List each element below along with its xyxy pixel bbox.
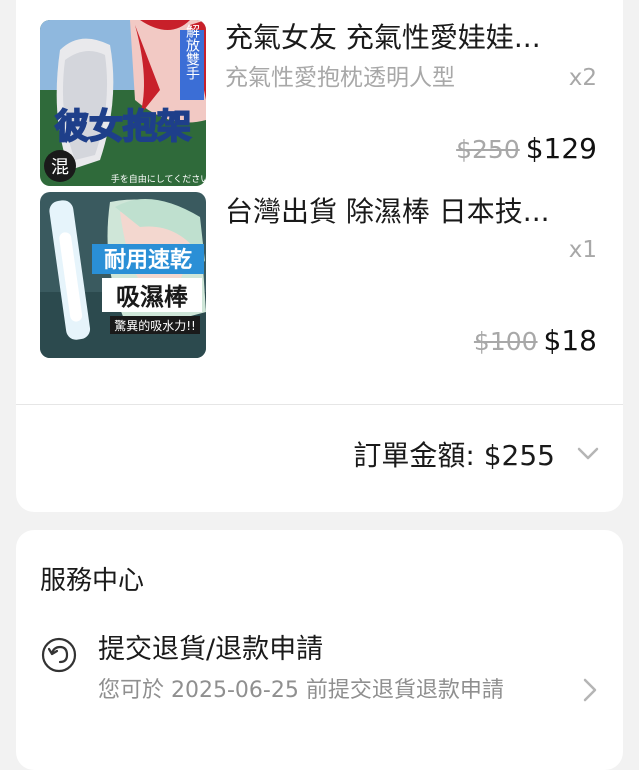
thumbnail-caption: 驚異的吸水力!!	[114, 318, 196, 333]
price-row: $250 $129	[456, 132, 597, 165]
product-title[interactable]: 台灣出貨 除濕棒 日本技...	[225, 192, 605, 232]
thumbnail-text: 彼女抱架	[55, 107, 191, 147]
refund-request-title: 提交退貨/退款申請	[98, 634, 324, 665]
sale-price: $18	[543, 324, 597, 357]
chevron-down-icon[interactable]	[577, 447, 599, 461]
refund-request-description: 您可於 2025-06-25 前提交退貨退款申請	[98, 678, 504, 703]
sale-price: $129	[525, 132, 597, 165]
thumbnail-text: 耐用速乾	[104, 247, 192, 273]
order-item[interactable]: 彼女抱架 解放雙手 混 手を自由にしてください 充氣女友 充氣性愛娃娃... 充…	[16, 0, 623, 186]
product-thumbnail[interactable]: 彼女抱架 解放雙手 混 手を自由にしてください	[40, 20, 206, 186]
product-quantity: x1	[568, 237, 597, 263]
product-quantity: x2	[568, 65, 597, 91]
product-thumbnail[interactable]: 耐用速乾 吸濕棒 驚異的吸水力!!	[40, 192, 206, 358]
service-center-title: 服務中心	[40, 566, 145, 596]
undo-icon	[41, 637, 77, 673]
order-total-row[interactable]: 訂單金額: $255	[353, 434, 599, 474]
thumbnail-text: 吸濕棒	[116, 283, 189, 311]
original-price: $250	[456, 135, 520, 164]
chevron-right-icon[interactable]	[583, 678, 597, 702]
thumbnail-side-text: 解放雙手	[184, 24, 200, 81]
thumbnail-caption: 手を自由にしてください	[111, 173, 206, 185]
thumbnail-badge: 混	[51, 157, 69, 178]
order-item[interactable]: 耐用速乾 吸濕棒 驚異的吸水力!! 台灣出貨 除濕棒 日本技... x1 $10…	[16, 192, 623, 362]
order-total: 訂單金額: $255	[353, 439, 555, 472]
original-price: $100	[473, 327, 538, 356]
divider	[16, 404, 623, 405]
price-row: $100 $18	[474, 324, 597, 357]
product-variant: 充氣性愛抱枕透明人型	[225, 65, 455, 91]
product-title[interactable]: 充氣女友 充氣性愛娃娃...	[225, 18, 605, 58]
order-card: 彼女抱架 解放雙手 混 手を自由にしてください 充氣女友 充氣性愛娃娃... 充…	[16, 0, 623, 512]
refund-request-row[interactable]: 提交退貨/退款申請 您可於 2025-06-25 前提交退貨退款申請	[40, 630, 605, 750]
service-center-card: 服務中心 提交退貨/退款申請 您可於 2025-06-25 前提交退貨退款申請	[16, 530, 623, 770]
